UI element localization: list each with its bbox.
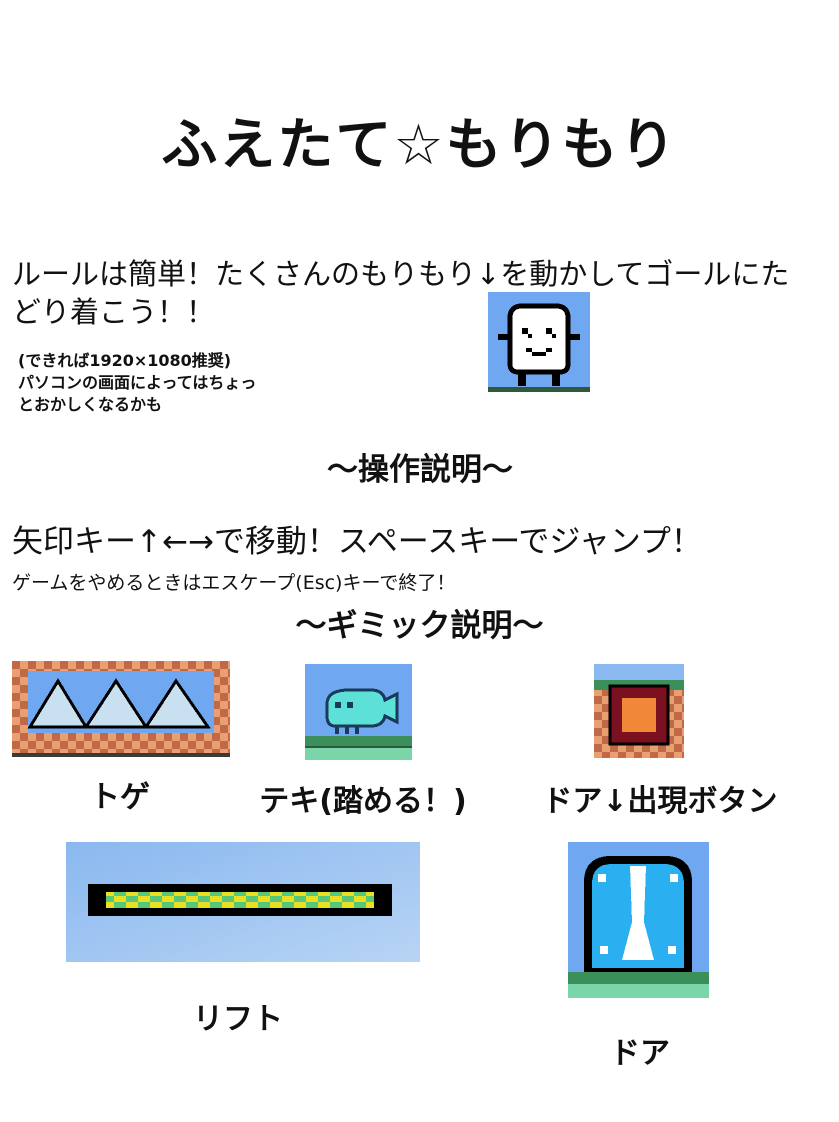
enemy-caption: テキ(踏める！): [259, 784, 467, 819]
spike-caption: トゲ: [90, 780, 150, 815]
rule-text: ルールは簡単！たくさんのもりもり↓を動かしてゴールにたどり着こう！！: [12, 257, 790, 329]
exit-text: ゲームをやめるときはエスケープ(Esc)キーで終了！: [12, 572, 456, 594]
switch-image: [594, 664, 684, 758]
controls-text: 矢印キー↑←→で移動！スペースキーでジャンプ！: [12, 524, 702, 560]
note-line-2: パソコンの画面によってはちょっとおかしくなるかも: [18, 373, 257, 414]
door-image: [568, 842, 709, 998]
enemy-image: [305, 664, 412, 760]
lift-caption: リフト: [193, 1002, 283, 1037]
resolution-note: (できれば1920×1080推奨) パソコンの画面によってはちょっとおかしくなる…: [18, 350, 258, 416]
gimmick-heading: 〜ギミック説明〜: [295, 608, 544, 644]
note-line-1: (できれば1920×1080推奨): [18, 351, 232, 370]
spike-image: [12, 661, 230, 757]
door-caption: ドア: [610, 1036, 670, 1071]
lift-image: [66, 842, 420, 962]
switch-caption: ドア↓出現ボタン: [542, 784, 778, 819]
controls-heading: 〜操作説明〜: [327, 452, 513, 488]
morimori-character-image: [488, 292, 590, 392]
page-title: ふえたて☆もりもり: [161, 113, 678, 178]
